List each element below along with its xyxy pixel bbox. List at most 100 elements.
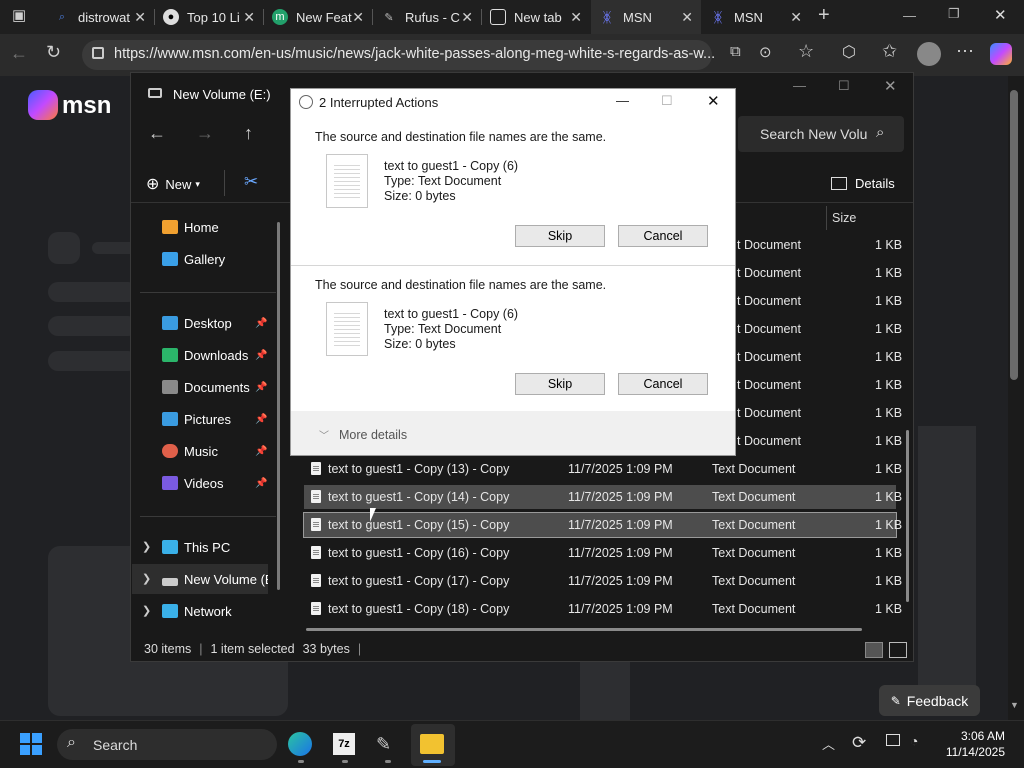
tab-msn[interactable]: ᛤ MSN ✕	[702, 0, 810, 34]
nav-documents[interactable]: Documents	[162, 380, 250, 395]
explorer-maximize-icon[interactable]: ☐	[838, 78, 850, 94]
file-explorer-icon[interactable]	[420, 734, 444, 754]
cancel-button[interactable]: Cancel	[618, 373, 708, 395]
new-button[interactable]: ⊕ New ▾	[146, 174, 200, 194]
close-tab-icon[interactable]: ✕	[134, 9, 146, 26]
pin-icon[interactable]: 📌	[255, 350, 267, 361]
explorer-minimize-icon[interactable]: —	[793, 78, 806, 93]
close-tab-icon[interactable]: ✕	[352, 9, 364, 26]
explorer-close-icon[interactable]: ✕	[884, 77, 897, 95]
copilot-icon[interactable]	[990, 43, 1012, 65]
nav-scrollbar[interactable]	[277, 222, 280, 590]
chevron-up-icon[interactable]: ︿	[822, 734, 835, 753]
close-tab-icon[interactable]: ✕	[243, 9, 255, 26]
explorer-back-icon[interactable]: ←	[148, 123, 166, 144]
nav-gallery[interactable]: Gallery	[162, 252, 225, 267]
explorer-up-icon[interactable]: ↑	[244, 123, 253, 144]
skip-button[interactable]: Skip	[515, 225, 605, 247]
nav-home[interactable]: Home	[162, 220, 219, 235]
chevron-right-icon[interactable]: ❯	[142, 604, 151, 617]
address-bar[interactable]: https://www.msn.com/en-us/music/news/jac…	[82, 40, 715, 70]
close-tab-icon[interactable]: ✕	[681, 9, 693, 26]
nav-new-volume[interactable]: New Volume (E:	[162, 572, 268, 587]
file-list-vscrollbar[interactable]	[906, 430, 909, 602]
nav-network[interactable]: Network	[162, 604, 232, 619]
page-scrollbar-thumb[interactable]	[1010, 90, 1018, 380]
display-icon[interactable]	[886, 734, 900, 746]
file-row[interactable]: text to guest1 - Copy (16) - Copy 11/7/2…	[304, 541, 902, 565]
extensions-icon[interactable]: ⬡	[842, 42, 856, 62]
file-date: 11/7/2025 1:09 PM	[568, 602, 673, 616]
close-tab-icon[interactable]: ✕	[570, 9, 582, 26]
read-aloud-icon[interactable]: ⧉	[730, 43, 741, 60]
pin-icon[interactable]: 📌	[255, 446, 267, 457]
dialog-minimize-icon[interactable]: —	[616, 93, 629, 108]
tab-actions-icon[interactable]: ▣	[12, 6, 26, 24]
file-row[interactable]: text to guest1 - Copy (13) - Copy 11/7/2…	[304, 457, 902, 481]
chevron-right-icon[interactable]: ❯	[142, 572, 151, 585]
pin-icon[interactable]: 📌	[255, 318, 267, 329]
nav-videos[interactable]: Videos	[162, 476, 224, 491]
file-row-focused[interactable]: text to guest1 - Copy (15) - Copy 11/7/2…	[303, 512, 902, 538]
pin-icon[interactable]: 📌	[255, 382, 267, 393]
usb-drive-icon[interactable]: ✎	[376, 734, 391, 755]
tab-new-tab[interactable]: New tab ✕	[482, 0, 590, 34]
refresh-icon[interactable]: ↻	[46, 42, 61, 63]
favorite-star-icon[interactable]: ☆	[798, 41, 814, 62]
back-icon[interactable]: ←	[10, 43, 28, 64]
clock-date[interactable]: 11/14/2025	[940, 745, 1005, 759]
nav-downloads[interactable]: Downloads	[162, 348, 248, 363]
menu-more-icon[interactable]: ⋯	[956, 41, 974, 62]
cut-icon[interactable]: ✂	[244, 172, 258, 192]
chevron-right-icon[interactable]: ❯	[142, 540, 151, 553]
new-tab-button[interactable]: +	[818, 4, 830, 27]
close-window-icon[interactable]: ✕	[994, 6, 1007, 24]
close-tab-icon[interactable]: ✕	[790, 9, 802, 26]
tab-distrowatch[interactable]: ⌕ distrowat ✕	[46, 0, 154, 34]
tab-msn-active[interactable]: ᛤ MSN ✕	[591, 0, 701, 34]
minimize-icon[interactable]: —	[903, 8, 916, 23]
explorer-search-box[interactable]: Search New Volu ⌕	[738, 116, 904, 152]
profile-avatar[interactable]	[917, 42, 941, 66]
scroll-down-icon[interactable]: ▼	[1010, 700, 1019, 710]
lock-icon[interactable]	[92, 47, 104, 59]
network-status-icon[interactable]: ◔	[910, 733, 918, 749]
tab-rufus[interactable]: ✎ Rufus - C ✕	[373, 0, 481, 34]
tiles-view-icon[interactable]	[889, 642, 907, 658]
taskbar-search[interactable]: ⌕ Search	[57, 729, 277, 760]
dialog-maximize-icon[interactable]: ☐	[661, 93, 673, 109]
clock-time[interactable]: 3:06 AM	[940, 729, 1005, 743]
favorites-icon[interactable]: ✩	[882, 41, 897, 62]
tab-new-features[interactable]: m New Feat ✕	[264, 0, 372, 34]
feedback-button[interactable]: ✎ Feedback	[879, 685, 980, 716]
msn-logo-text[interactable]: msn	[62, 92, 111, 120]
file-row[interactable]: text to guest1 - Copy (17) - Copy 11/7/2…	[304, 569, 902, 593]
file-row[interactable]: text to guest1 - Copy (18) - Copy 11/7/2…	[304, 597, 902, 621]
text-file-icon	[311, 574, 321, 587]
explorer-forward-icon[interactable]: →	[196, 123, 214, 144]
nav-pictures[interactable]: Pictures	[162, 412, 231, 427]
details-view-icon[interactable]	[865, 642, 883, 658]
msn-logo-icon[interactable]	[28, 90, 58, 120]
skip-button[interactable]: Skip	[515, 373, 605, 395]
file-row-selected[interactable]: text to guest1 - Copy (14) - Copy 11/7/2…	[304, 485, 902, 509]
browser-essentials-icon[interactable]: ⊙	[759, 43, 772, 61]
edge-browser-icon[interactable]	[288, 732, 312, 756]
restore-icon[interactable]: ❐	[948, 6, 960, 22]
nav-music[interactable]: Music	[162, 444, 218, 459]
nav-this-pc[interactable]: This PC	[162, 540, 230, 555]
close-tab-icon[interactable]: ✕	[461, 9, 473, 26]
details-button[interactable]: Details	[831, 176, 895, 191]
7zip-icon[interactable]: 7z	[333, 733, 355, 755]
tab-top-10-linux[interactable]: ● Top 10 Li ✕	[155, 0, 263, 34]
dialog-close-icon[interactable]: ✕	[707, 92, 720, 110]
nav-desktop[interactable]: Desktop	[162, 316, 232, 331]
cancel-button[interactable]: Cancel	[618, 225, 708, 247]
file-list-hscrollbar[interactable]	[306, 628, 862, 631]
more-details-toggle[interactable]: ﹀ More details	[319, 427, 407, 443]
windows-start-icon[interactable]	[20, 733, 42, 755]
pin-icon[interactable]: 📌	[255, 414, 267, 425]
column-header-size[interactable]: Size	[832, 211, 856, 225]
sync-icon[interactable]: ⟳	[852, 733, 866, 753]
pin-icon[interactable]: 📌	[255, 478, 267, 489]
